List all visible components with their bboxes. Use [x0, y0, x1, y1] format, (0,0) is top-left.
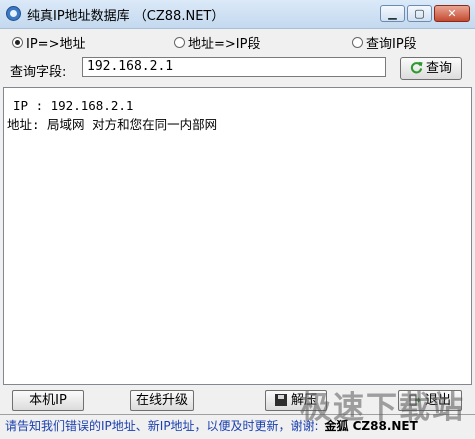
- radio-query-ip-range[interactable]: 查询IP段: [352, 33, 417, 53]
- save-disk-icon: [274, 394, 287, 406]
- window-title: 纯真IP地址数据库 （CZ88.NET）: [27, 9, 225, 24]
- title-bar: 纯真IP地址数据库 （CZ88.NET） ▁ ▢ ✕: [0, 0, 475, 29]
- query-field-label: 查询字段:: [10, 65, 67, 80]
- status-text: 请告知我们错误的IP地址、新IP地址，以便及时更新，谢谢:: [5, 419, 319, 433]
- radio-address-to-ip[interactable]: 地址=>IP段: [174, 33, 260, 53]
- radio-label: 地址=>IP段: [188, 37, 261, 52]
- online-upgrade-button[interactable]: 在线升级: [130, 390, 194, 411]
- result-address-line: 地址: 局域网 对方和您在同一内部网: [7, 117, 218, 132]
- app-icon: [6, 6, 21, 21]
- maximize-button[interactable]: ▢: [407, 5, 432, 22]
- watermark-text: 极速下载站: [300, 390, 465, 426]
- radio-label: IP=>地址: [26, 37, 86, 52]
- query-input[interactable]: 192.168.2.1: [82, 57, 386, 77]
- radio-indicator[interactable]: [352, 37, 363, 48]
- radio-label: 查询IP段: [366, 37, 417, 52]
- close-button[interactable]: ✕: [434, 5, 470, 22]
- result-textarea[interactable]: IP : 192.168.2.1 地址: 局域网 对方和您在同一内部网: [3, 87, 472, 385]
- query-button[interactable]: 查询: [400, 57, 462, 80]
- radio-indicator[interactable]: [12, 37, 23, 48]
- result-ip-line: IP : 192.168.2.1: [13, 98, 134, 113]
- radio-ip-to-address[interactable]: IP=>地址: [12, 33, 85, 53]
- local-ip-button[interactable]: 本机IP: [12, 390, 84, 411]
- query-button-label: 查询: [425, 61, 452, 76]
- refresh-icon: [410, 61, 423, 74]
- minimize-button[interactable]: ▁: [380, 5, 405, 22]
- radio-indicator[interactable]: [174, 37, 185, 48]
